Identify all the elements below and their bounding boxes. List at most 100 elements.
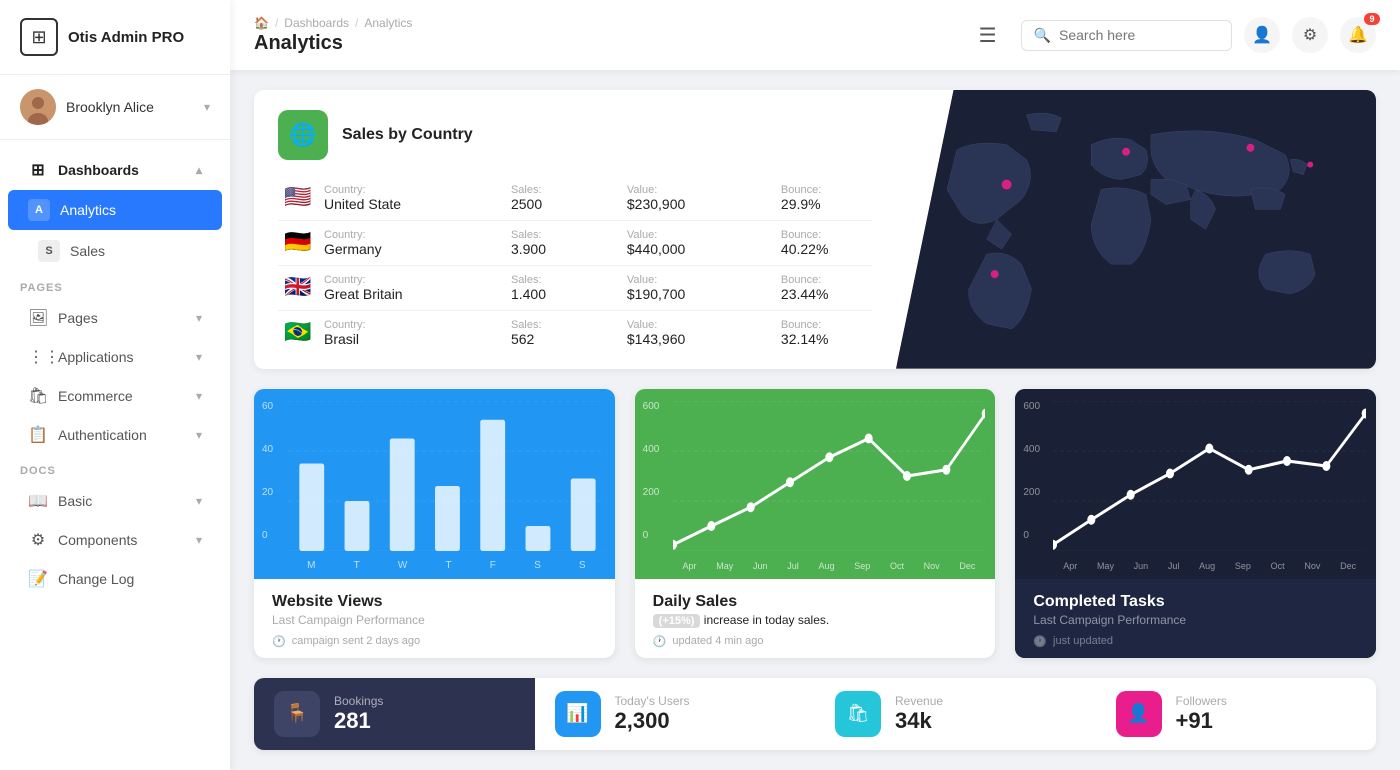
country-name: Great Britain [324, 286, 475, 302]
y-label: 60 [262, 401, 273, 412]
y-label: 40 [262, 444, 273, 455]
x-label: Apr [683, 561, 697, 571]
profile-button[interactable]: 👤 [1244, 17, 1280, 53]
stat-value: 281 [334, 708, 515, 734]
chevron-down-icon: ▾ [196, 533, 202, 547]
y-label: 0 [262, 530, 273, 541]
stat-info: Today's Users 2,300 [615, 694, 796, 734]
sidebar-item-ecommerce[interactable]: 🛍 Ecommerce ▾ [8, 377, 222, 415]
sidebar-item-basic[interactable]: 📖 Basic ▾ [8, 482, 222, 520]
dashboards-icon: ⊞ [28, 160, 48, 180]
country-flag: 🇩🇪 [284, 229, 311, 254]
pages-icon: 🖼 [28, 308, 48, 328]
x-label: S [579, 560, 586, 571]
stat-info: Bookings 281 [334, 694, 515, 734]
notification-badge: 9 [1364, 13, 1380, 25]
sidebar-item-dashboards[interactable]: ⊞ Dashboards ▴ [8, 151, 222, 189]
stat-value: 2,300 [615, 708, 796, 734]
increase-badge: (+15%) [653, 614, 701, 628]
sidebar-item-sales[interactable]: S Sales [8, 231, 222, 271]
line-chart-svg [673, 401, 986, 551]
x-label: F [490, 560, 496, 571]
chart-increase: (+15%) increase in today sales. [653, 613, 978, 627]
bounce-col-label: Bounce: [781, 319, 866, 331]
stat-followers: 👤 Followers +91 [1096, 678, 1377, 750]
stat-label: Bookings [334, 694, 515, 708]
stat-value: +91 [1176, 708, 1357, 734]
country-name: Germany [324, 241, 475, 257]
revenue-icon: 🛍 [835, 691, 881, 737]
header: 🏠 / Dashboards / Analytics Analytics ☰ 🔍… [230, 0, 1400, 70]
country-flag: 🇬🇧 [284, 274, 311, 299]
completed-tasks-card: 600 400 200 0 [1015, 389, 1376, 658]
clock-icon: 🕐 [1033, 635, 1047, 648]
stat-label: Today's Users [615, 694, 796, 708]
sales-value: 2500 [511, 196, 591, 212]
x-label: Jul [1168, 561, 1180, 571]
card-title: Sales by Country [342, 126, 473, 144]
chart-description: Last Campaign Performance [272, 613, 597, 627]
chart-lower-dark: Completed Tasks Last Campaign Performanc… [1015, 579, 1376, 658]
bounce-rate: 29.9% [781, 196, 866, 212]
home-icon: 🏠 [254, 16, 269, 30]
sidebar-item-analytics[interactable]: A Analytics [8, 190, 222, 230]
charts-row: 60 40 20 0 [254, 389, 1376, 658]
table-row: 🇧🇷 Country: Brasil Sales: 562 Value: $14… [278, 311, 872, 356]
country-col-label: Country: [324, 229, 475, 241]
y-label: 200 [643, 487, 660, 498]
x-label: Sep [854, 561, 870, 571]
x-label: T [446, 560, 452, 571]
bounce-col-label: Bounce: [781, 274, 866, 286]
y-label: 400 [1023, 444, 1040, 455]
daily-sales-card: 600 400 200 0 [635, 389, 996, 658]
chart-title: Completed Tasks [1033, 593, 1358, 611]
chart-lower: Website Views Last Campaign Performance … [254, 579, 615, 658]
sales-col-label: Sales: [511, 319, 591, 331]
hamburger-button[interactable]: ☰ [971, 19, 1005, 52]
search-box[interactable]: 🔍 [1021, 20, 1232, 51]
y-label: 0 [1023, 530, 1040, 541]
sidebar-item-components[interactable]: ⚙ Components ▾ [8, 521, 222, 559]
breadcrumb-dashboards[interactable]: Dashboards [284, 16, 349, 30]
chevron-down-icon: ▾ [196, 389, 202, 403]
page-title: Analytics [254, 32, 955, 55]
sales-value: 3.900 [511, 241, 591, 257]
x-label: T [354, 560, 360, 571]
basic-icon: 📖 [28, 491, 48, 511]
value-col-label: Value: [627, 319, 745, 331]
value-amount: $190,700 [627, 286, 745, 302]
chart-footer: 🕐 just updated [1033, 635, 1358, 648]
sidebar-item-applications[interactable]: ⋮⋮ Applications ▾ [8, 338, 222, 376]
bookings-icon: 🪑 [274, 691, 320, 737]
search-icon: 🔍 [1034, 27, 1051, 44]
bounce-rate: 40.22% [781, 241, 866, 257]
y-label: 600 [643, 401, 660, 412]
globe-icon: 🌐 [278, 110, 328, 160]
stats-row: 🪑 Bookings 281 📊 Today's Users 2,300 🛍 R… [254, 678, 1376, 750]
sidebar-item-authentication[interactable]: 📋 Authentication ▾ [8, 416, 222, 454]
bar-chart-svg [288, 401, 605, 551]
country-name: Brasil [324, 331, 475, 347]
x-label: Oct [1271, 561, 1285, 571]
sidebar-item-pages[interactable]: 🖼 Pages ▾ [8, 299, 222, 337]
stat-label: Followers [1176, 694, 1357, 708]
country-col-label: Country: [324, 184, 475, 196]
sales-col-label: Sales: [511, 229, 591, 241]
chart-footer: 🕐 updated 4 min ago [653, 635, 978, 648]
sidebar-item-changelog[interactable]: 📝 Change Log [8, 560, 222, 598]
logo-icon: ⊞ [20, 18, 58, 56]
search-input[interactable] [1059, 27, 1219, 43]
breadcrumb-analytics: Analytics [364, 16, 412, 30]
x-label: Dec [959, 561, 975, 571]
country-table: 🇺🇸 Country: United State Sales: 2500 Val… [278, 176, 872, 355]
x-label: M [307, 560, 315, 571]
country-col-label: Country: [324, 319, 475, 331]
table-row: 🇩🇪 Country: Germany Sales: 3.900 Value: … [278, 221, 872, 266]
sidebar-user[interactable]: Brooklyn Alice ▾ [0, 75, 230, 140]
x-label: W [398, 560, 407, 571]
chevron-down-icon: ▾ [204, 100, 210, 114]
notifications-button[interactable]: 🔔 9 [1340, 17, 1376, 53]
settings-button[interactable]: ⚙ [1292, 17, 1328, 53]
chart-title: Daily Sales [653, 593, 978, 611]
bounce-rate: 23.44% [781, 286, 866, 302]
